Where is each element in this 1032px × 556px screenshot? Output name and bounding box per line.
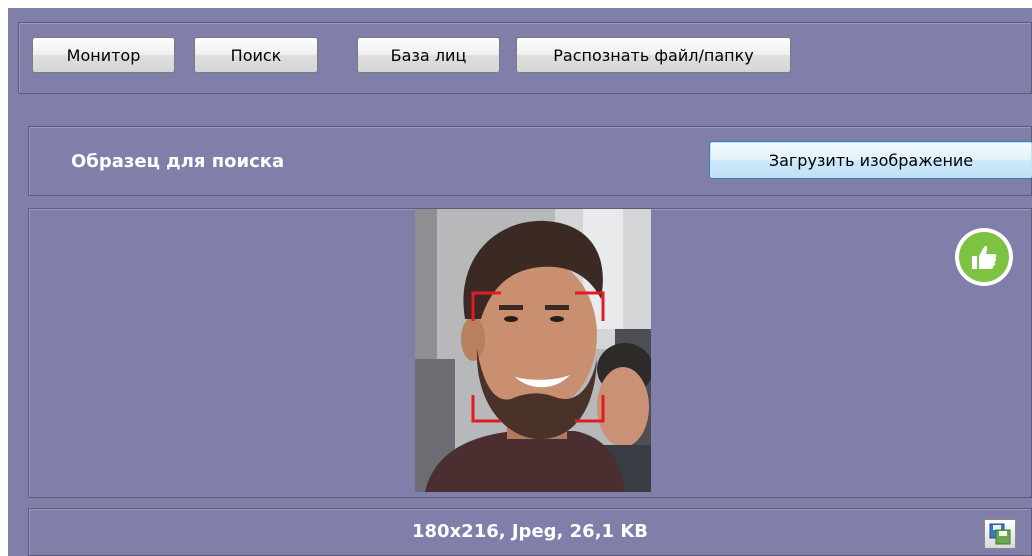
upload-image-button[interactable]: Загрузить изображение xyxy=(709,141,1032,179)
thumbs-up-icon xyxy=(955,228,1013,286)
save-image-button[interactable] xyxy=(984,519,1016,549)
sample-title: Образец для поиска xyxy=(71,151,285,172)
sample-face-photo xyxy=(415,209,651,492)
face-search-window: Монитор Поиск База лиц Распознать файл/п… xyxy=(8,8,1032,556)
sample-header-panel: Образец для поиска Загрузить изображение xyxy=(28,126,1032,196)
recognize-file-folder-button[interactable]: Распознать файл/папку xyxy=(516,37,791,73)
image-info-panel: 180x216, Jpeg, 26,1 KB xyxy=(28,508,1032,556)
face-database-button[interactable]: База лиц xyxy=(357,37,500,73)
monitor-button[interactable]: Монитор xyxy=(32,37,175,73)
toolbar-panel: Монитор Поиск База лиц Распознать файл/п… xyxy=(18,22,1032,94)
image-file-info: 180x216, Jpeg, 26,1 KB xyxy=(412,521,648,542)
search-button[interactable]: Поиск xyxy=(194,37,318,73)
save-icon xyxy=(989,523,1011,545)
